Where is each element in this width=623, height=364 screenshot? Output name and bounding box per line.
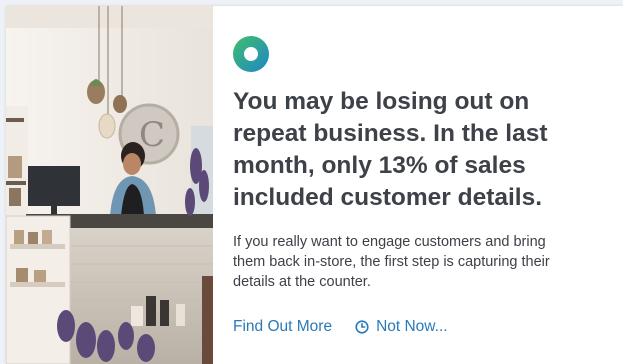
not-now-label: Not Now... — [376, 318, 448, 335]
not-now-link[interactable]: Not Now... — [355, 318, 448, 336]
promo-actions: Find Out More Not Now... — [233, 318, 613, 336]
promo-content: You may be losing out on repeat business… — [233, 36, 613, 336]
promo-body: If you really want to engage customers a… — [233, 234, 550, 290]
promo-card: C You may be losing out on repeat busine… — [6, 6, 623, 364]
promo-headline: You may be losing out on repeat business… — [233, 88, 548, 211]
ring-logo-icon — [233, 36, 269, 72]
find-out-more-link[interactable]: Find Out More — [233, 318, 332, 336]
clock-icon — [355, 320, 369, 334]
store-photo: C — [6, 6, 213, 364]
